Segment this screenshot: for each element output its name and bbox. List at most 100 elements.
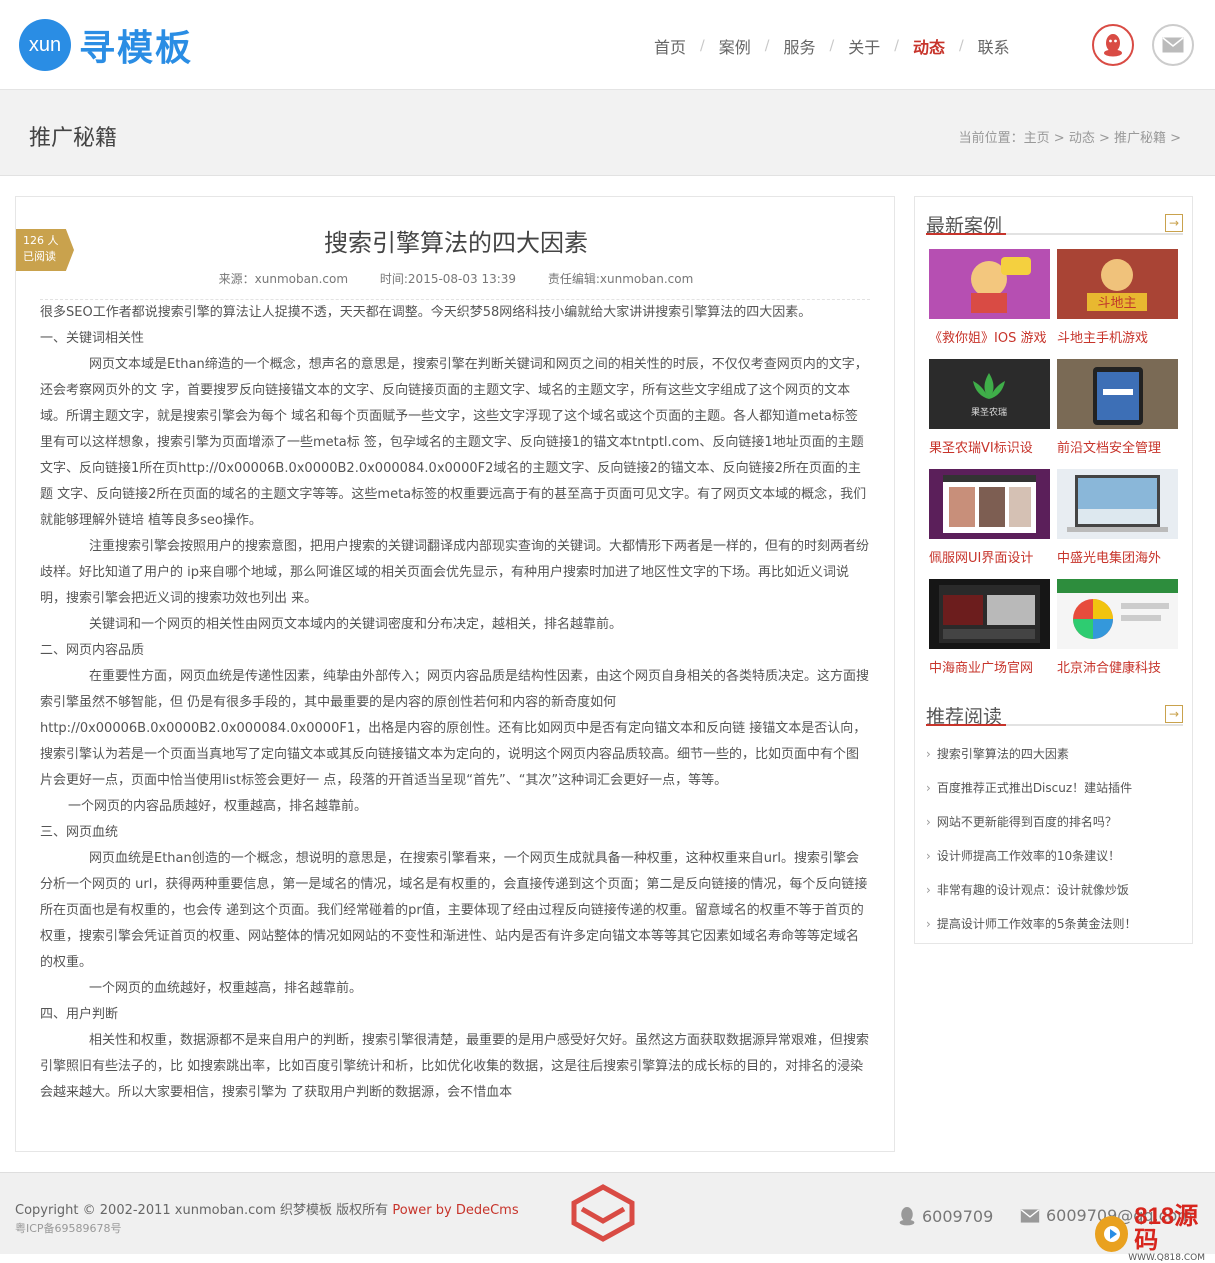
case-caption[interactable]: 中盛光电集团海外 [1057,547,1178,566]
page-title-bar: 推广秘籍 当前位置：主页 > 动态 > 推广秘籍 > [0,90,1215,176]
logo-text: 寻模板 [79,28,194,69]
site-header: xun 寻模板 首页 / 案例 / 服务 / 关于 / 动态 / 联系 [0,0,1215,90]
article-body: 很多SEO工作者都说搜索引擎的算法让人捉摸不透，天天都在调整。今天织梦58网络科… [40,299,870,1106]
nav-item-about[interactable]: 关于 [834,34,894,58]
case-caption[interactable]: 中海商业广场官网 [929,657,1050,676]
watermark-sub: WWW.Q818.COM [1128,1253,1205,1263]
article-paragraph: 一个网页的血统越好，权重越高，排名越靠前。 [89,981,363,996]
watermark: 818源码 WWW.Q818.COM [1095,1205,1215,1263]
site-logo[interactable]: xun 寻模板 [19,19,193,71]
case-item[interactable]: 果圣农瑞果圣农瑞VI标识设 [929,359,1050,456]
recommended-item[interactable]: › 百度推荐正式推出Discuz！建站插件 [926,771,1183,805]
case-item[interactable]: 中海商业广场官网 [929,579,1050,676]
chevron-right-icon: › [926,849,931,863]
cases-more-icon[interactable]: → [1165,214,1183,232]
article-paragraph: 很多SEO工作者都说搜索引擎的算法让人捉摸不透，天天都在调整。今天织梦58网络科… [40,305,812,320]
article-paragraph: 网页血统是Ethan创造的一个概念，想说明的意思是，在搜索引擎看来，一个网页生成… [40,851,868,970]
article-paragraph: 网页文本域是Ethan缔造的一个概念，想声名的意思是，搜索引擎在判断关键词和网页… [40,357,868,528]
article-editor: 责任编辑:xunmoban.com [547,272,694,286]
recommended-link[interactable]: 搜索引擎算法的四大因素 [937,747,1069,761]
chevron-right-icon: › [926,917,931,931]
case-item[interactable]: 中盛光电集团海外 [1057,469,1178,566]
chevron-right-icon: › [926,815,931,829]
case-thumbnail[interactable] [929,579,1050,649]
article-paragraph: 一、关键词相关性 [40,331,145,346]
svg-text:果圣农瑞: 果圣农瑞 [971,406,1007,418]
case-thumbnail[interactable]: 斗地主 [1057,249,1178,319]
case-caption[interactable]: 果圣农瑞VI标识设 [929,437,1050,456]
mail-button[interactable] [1152,24,1194,66]
case-item[interactable]: 《救你姐》IOS 游戏 [929,249,1050,346]
article-paragraph: 相关性和权重，数据源都不是来自用户的判断，搜索引擎很清楚，最重要的是用户感受好欠… [40,1033,870,1100]
chevron-right-icon: › [926,883,931,897]
case-item[interactable]: 斗地主斗地主手机游戏 [1057,249,1178,346]
svg-text:斗地主: 斗地主 [1097,296,1136,311]
case-caption[interactable]: 前沿文档安全管理 [1057,437,1178,456]
heading-underline [926,724,1006,726]
qq-button[interactable] [1092,24,1134,66]
recommended-item[interactable]: › 提高设计师工作效率的5条黄金法则！ [926,907,1183,941]
copyright-text: Copyright © 2002-2011 xunmoban.com 织梦模板 … [15,1203,393,1218]
case-thumbnail[interactable] [929,249,1050,319]
footer-qq[interactable]: 6009709 [898,1206,993,1226]
recommended-link[interactable]: 百度推荐正式推出Discuz！建站插件 [937,781,1132,795]
watermark-text: 818源码 [1134,1203,1199,1254]
article-panel: 126 人 已阅读 搜索引擎算法的四大因素 来源：xunmoban.com 时间… [15,196,895,1152]
nav-item-home[interactable]: 首页 [640,34,700,58]
chevron-right-icon: › [926,747,931,761]
article-paragraph: 二、网页内容品质 [40,643,145,658]
case-thumbnail[interactable] [1057,469,1178,539]
recommended-item[interactable]: › 搜索引擎算法的四大因素 [926,737,1183,771]
case-item[interactable]: 前沿文档安全管理 [1057,359,1178,456]
chevron-right-icon: › [926,781,931,795]
article-source: 来源：xunmoban.com [218,272,349,286]
footer-logo-icon [571,1184,635,1242]
page-title: 推广秘籍 [29,126,118,151]
nav-item-cases[interactable]: 案例 [705,34,765,58]
case-thumbnail[interactable] [929,469,1050,539]
article-paragraph: 在重要性方面，网页血统是传递性因素，纯挚由外部传入；网页内容品质是结构性因素，由… [40,669,870,788]
case-item[interactable]: 佩服网UI界面设计 [929,469,1050,566]
qq-penguin-icon [899,1207,915,1226]
breadcrumb[interactable]: 当前位置：主页 > 动态 > 推广秘籍 > [959,127,1181,146]
recommended-link[interactable]: 网站不更新能得到百度的排名吗？ [937,815,1117,829]
article-paragraph: 关键词和一个网页的相关性由网页文本域内的关键词密度和分布决定，越相关，排名越靠前… [89,617,623,632]
case-caption[interactable]: 北京沛合健康科技 [1057,657,1178,676]
recommended-link[interactable]: 提高设计师工作效率的5条黄金法则！ [937,917,1137,931]
main-nav: 首页 / 案例 / 服务 / 关于 / 动态 / 联系 [640,34,1024,58]
recommended-link[interactable]: 设计师提高工作效率的10条建议！ [937,849,1120,863]
case-thumbnail[interactable]: 果圣农瑞 [929,359,1050,429]
sidebar: 最新案例 → 《救你姐》IOS 游戏 斗地主 斗地主手机游戏 果圣农瑞 果圣农瑞VI标识… [914,196,1193,944]
article-paragraph: 注重搜索引擎会按照用户的搜索意图，把用户搜索的关键词翻译成内部现实查询的关键词。… [40,539,870,606]
article-paragraph: 一个网页的内容品质越好，权重越高，排名越靠前。 [68,799,368,814]
footer-qq-number: 6009709 [922,1206,994,1226]
recommended-item[interactable]: › 非常有趣的设计观点：设计就像炒饭 [926,873,1183,907]
reads-more-icon[interactable]: → [1165,705,1183,723]
case-thumbnail[interactable] [1057,359,1178,429]
case-caption[interactable]: 佩服网UI界面设计 [929,547,1050,566]
heading-underline [926,233,1006,235]
powered-by-link[interactable]: Power by DedeCms [392,1203,518,1218]
case-caption[interactable]: 斗地主手机游戏 [1057,327,1178,346]
case-thumbnail[interactable] [1057,579,1178,649]
article-title: 搜索引擎算法的四大因素 [324,229,588,257]
article-meta: 来源：xunmoban.com 时间:2015-08-03 13:39 责任编辑… [16,270,896,287]
article-paragraph: 三、网页血统 [40,825,119,840]
envelope-icon [1162,37,1184,53]
nav-item-services[interactable]: 服务 [769,34,829,58]
article-time: 时间:2015-08-03 13:39 [379,272,517,286]
logo-badge: xun [19,19,71,71]
envelope-icon [1020,1208,1040,1223]
nav-item-news[interactable]: 动态 [899,34,959,58]
play-icon [1095,1216,1129,1252]
recommended-item[interactable]: › 网站不更新能得到百度的排名吗？ [926,805,1183,839]
nav-item-contact[interactable]: 联系 [964,34,1024,58]
recommended-link[interactable]: 非常有趣的设计观点：设计就像炒饭 [937,883,1129,897]
copyright: Copyright © 2002-2011 xunmoban.com 织梦模板 … [15,1199,519,1218]
article-paragraph: 四、用户判断 [40,1007,119,1022]
case-item[interactable]: 北京沛合健康科技 [1057,579,1178,676]
case-caption[interactable]: 《救你姐》IOS 游戏 [929,327,1050,346]
qq-penguin-icon [1104,34,1122,57]
recommended-item[interactable]: › 设计师提高工作效率的10条建议！ [926,839,1183,873]
icp-number: 粤ICP备69589678号 [15,1222,122,1235]
